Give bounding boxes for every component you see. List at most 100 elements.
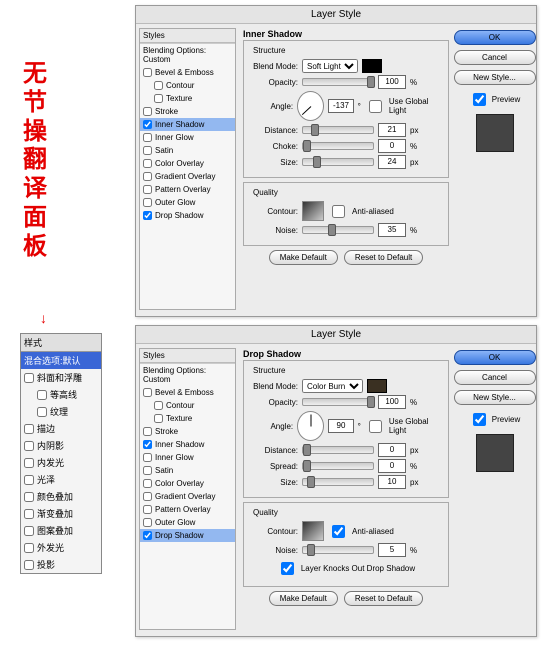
- cn-check[interactable]: [24, 509, 34, 519]
- reset-default-button[interactable]: Reset to Default: [344, 591, 423, 606]
- angle-value[interactable]: 90: [328, 419, 353, 433]
- style-check[interactable]: [143, 146, 152, 155]
- angle-dial[interactable]: [297, 411, 324, 441]
- anti-aliased-check[interactable]: [332, 205, 345, 218]
- noise-slider[interactable]: [302, 226, 374, 234]
- angle-value[interactable]: -137: [328, 99, 353, 113]
- style-check[interactable]: [143, 388, 152, 397]
- style-row-contour[interactable]: Contour: [140, 79, 235, 92]
- color-swatch[interactable]: [362, 59, 382, 73]
- distance-slider[interactable]: [302, 126, 374, 134]
- style-check[interactable]: [143, 531, 152, 540]
- cn-item[interactable]: 外发光: [21, 539, 101, 556]
- style-row-stroke[interactable]: Stroke: [140, 425, 235, 438]
- ok-button[interactable]: OK: [454, 350, 536, 365]
- blending-options-row[interactable]: Blending Options: Custom: [140, 43, 235, 66]
- cn-item[interactable]: 内发光: [21, 454, 101, 471]
- cn-item[interactable]: 投影: [21, 556, 101, 573]
- style-row-gradient-overlay[interactable]: Gradient Overlay: [140, 170, 235, 183]
- style-row-pattern-overlay[interactable]: Pattern Overlay: [140, 503, 235, 516]
- style-row-inner-shadow[interactable]: Inner Shadow: [140, 438, 235, 451]
- noise-value[interactable]: 5: [378, 543, 406, 557]
- size-slider[interactable]: [302, 158, 374, 166]
- new-style-button[interactable]: New Style...: [454, 70, 536, 85]
- style-row-inner-glow[interactable]: Inner Glow: [140, 131, 235, 144]
- cn-check[interactable]: [24, 373, 34, 383]
- cn-check[interactable]: [24, 560, 34, 570]
- cn-check[interactable]: [37, 407, 47, 417]
- use-global-light-check[interactable]: [369, 100, 382, 113]
- cn-item[interactable]: 图案叠加: [21, 522, 101, 539]
- style-check[interactable]: [143, 440, 152, 449]
- style-row-contour[interactable]: Contour: [140, 399, 235, 412]
- size-slider[interactable]: [302, 478, 374, 486]
- opacity-value[interactable]: 100: [378, 395, 406, 409]
- cn-item[interactable]: 渐变叠加: [21, 505, 101, 522]
- make-default-button[interactable]: Make Default: [269, 591, 338, 606]
- style-check[interactable]: [143, 172, 152, 181]
- style-check[interactable]: [143, 211, 152, 220]
- cn-item[interactable]: 描边: [21, 420, 101, 437]
- style-row-inner-glow[interactable]: Inner Glow: [140, 451, 235, 464]
- angle-dial[interactable]: [297, 91, 324, 121]
- noise-slider[interactable]: [302, 546, 374, 554]
- style-check[interactable]: [143, 185, 152, 194]
- spread-slider[interactable]: [302, 462, 374, 470]
- opacity-value[interactable]: 100: [378, 75, 406, 89]
- style-row-outer-glow[interactable]: Outer Glow: [140, 196, 235, 209]
- style-check[interactable]: [143, 427, 152, 436]
- reset-default-button[interactable]: Reset to Default: [344, 250, 423, 265]
- preview-check[interactable]: [473, 413, 486, 426]
- cn-check[interactable]: [24, 458, 34, 468]
- style-check[interactable]: [143, 107, 152, 116]
- choke-slider[interactable]: [302, 142, 374, 150]
- spread-value[interactable]: 0: [378, 459, 406, 473]
- distance-value[interactable]: 21: [378, 123, 406, 137]
- new-style-button[interactable]: New Style...: [454, 390, 536, 405]
- style-row-satin[interactable]: Satin: [140, 144, 235, 157]
- styles-header[interactable]: Styles: [140, 29, 235, 43]
- cn-check[interactable]: [24, 526, 34, 536]
- contour-picker[interactable]: [302, 201, 324, 221]
- style-check[interactable]: [154, 414, 163, 423]
- style-check[interactable]: [154, 81, 163, 90]
- style-check[interactable]: [143, 466, 152, 475]
- cn-check[interactable]: [37, 390, 47, 400]
- style-check[interactable]: [143, 159, 152, 168]
- cn-check[interactable]: [24, 543, 34, 553]
- style-row-texture[interactable]: Texture: [140, 412, 235, 425]
- use-global-light-check[interactable]: [369, 420, 382, 433]
- cn-item[interactable]: 纹理: [21, 403, 101, 420]
- style-row-texture[interactable]: Texture: [140, 92, 235, 105]
- color-swatch[interactable]: [367, 379, 387, 393]
- style-check[interactable]: [154, 94, 163, 103]
- distance-slider[interactable]: [302, 446, 374, 454]
- cn-panel-highlight[interactable]: 混合选项:默认: [21, 352, 101, 369]
- ok-button[interactable]: OK: [454, 30, 536, 45]
- noise-value[interactable]: 35: [378, 223, 406, 237]
- style-check[interactable]: [143, 518, 152, 527]
- style-row-bevel[interactable]: Bevel & Emboss: [140, 66, 235, 79]
- cn-item[interactable]: 颜色叠加: [21, 488, 101, 505]
- styles-header[interactable]: Styles: [140, 349, 235, 363]
- size-value[interactable]: 24: [378, 155, 406, 169]
- style-check[interactable]: [143, 479, 152, 488]
- style-row-color-overlay[interactable]: Color Overlay: [140, 157, 235, 170]
- cn-check[interactable]: [24, 441, 34, 451]
- opacity-slider[interactable]: [302, 398, 374, 406]
- cancel-button[interactable]: Cancel: [454, 370, 536, 385]
- cn-item[interactable]: 内阴影: [21, 437, 101, 454]
- style-check[interactable]: [143, 505, 152, 514]
- distance-value[interactable]: 0: [378, 443, 406, 457]
- make-default-button[interactable]: Make Default: [269, 250, 338, 265]
- cn-item[interactable]: 等高线: [21, 386, 101, 403]
- preview-check[interactable]: [473, 93, 486, 106]
- cn-item[interactable]: 斜面和浮雕: [21, 369, 101, 386]
- style-row-pattern-overlay[interactable]: Pattern Overlay: [140, 183, 235, 196]
- blend-mode-select[interactable]: Soft Light: [302, 59, 358, 73]
- style-check[interactable]: [143, 133, 152, 142]
- style-row-stroke[interactable]: Stroke: [140, 105, 235, 118]
- style-row-drop-shadow[interactable]: Drop Shadow: [140, 529, 235, 542]
- blend-mode-select[interactable]: Color Burn: [302, 379, 363, 393]
- cn-item[interactable]: 光泽: [21, 471, 101, 488]
